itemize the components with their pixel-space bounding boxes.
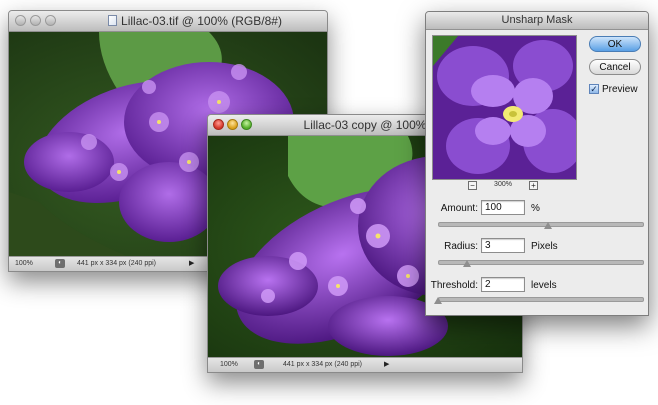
document-icon bbox=[108, 15, 118, 26]
minimize-button[interactable] bbox=[30, 15, 41, 26]
preview-zoom-level: 300% bbox=[494, 181, 512, 188]
amount-slider-thumb[interactable] bbox=[544, 222, 553, 229]
play-arrow-icon[interactable]: ▶ bbox=[384, 360, 389, 368]
preview-checkbox[interactable]: ✓ bbox=[589, 84, 599, 94]
unsharp-mask-dialog: Unsharp Mask − 300% + OK Cancel ✓ Previe bbox=[425, 11, 649, 316]
cancel-button[interactable]: Cancel bbox=[589, 59, 641, 75]
window-title: Lillac-03.tif @ 100% (RGB/8#) bbox=[69, 14, 321, 28]
zoom-button[interactable] bbox=[241, 119, 252, 130]
zoom-level[interactable]: 100% bbox=[220, 361, 254, 368]
radius-label: Radius: bbox=[444, 241, 478, 252]
amount-label: Amount: bbox=[440, 203, 478, 214]
document-dimensions: 441 px x 334 px (240 ppi) bbox=[77, 260, 156, 267]
zoom-out-button[interactable]: − bbox=[468, 181, 477, 190]
preview-image bbox=[433, 36, 576, 179]
radius-unit: Pixels bbox=[531, 241, 558, 252]
info-icon[interactable]: ◐ bbox=[254, 360, 264, 369]
amount-slider-track[interactable] bbox=[438, 222, 644, 227]
minimize-button[interactable] bbox=[227, 119, 238, 130]
window-titlebar[interactable]: Lillac-03.tif @ 100% (RGB/8#) bbox=[9, 11, 327, 32]
zoom-level[interactable]: 100% bbox=[15, 260, 49, 267]
dialog-title: Unsharp Mask bbox=[426, 12, 648, 30]
filter-preview[interactable] bbox=[432, 35, 577, 180]
radius-input[interactable]: 3 bbox=[481, 238, 525, 253]
threshold-slider-track[interactable] bbox=[438, 297, 644, 302]
close-button[interactable] bbox=[213, 119, 224, 130]
status-bar: 100% ◐ 441 px x 334 px (240 ppi) ▶ bbox=[208, 357, 522, 372]
threshold-label: Threshold: bbox=[430, 280, 478, 291]
threshold-input[interactable]: 2 bbox=[481, 277, 525, 292]
zoom-button[interactable] bbox=[45, 15, 56, 26]
zoom-in-button[interactable]: + bbox=[529, 181, 538, 190]
amount-input[interactable]: 100 bbox=[481, 200, 525, 215]
document-dimensions: 441 px x 334 px (240 ppi) bbox=[283, 361, 362, 368]
preview-label: Preview bbox=[602, 84, 638, 95]
window-title-text: Lillac-03.tif @ 100% (RGB/8#) bbox=[121, 14, 282, 28]
amount-unit: % bbox=[531, 203, 540, 214]
info-icon[interactable]: ◐ bbox=[55, 259, 65, 268]
radius-slider-thumb[interactable] bbox=[462, 260, 471, 267]
play-arrow-icon[interactable]: ▶ bbox=[189, 259, 194, 267]
threshold-unit: levels bbox=[531, 280, 557, 291]
threshold-slider-thumb[interactable] bbox=[434, 297, 442, 304]
close-button[interactable] bbox=[15, 15, 26, 26]
ok-button[interactable]: OK bbox=[589, 36, 641, 52]
